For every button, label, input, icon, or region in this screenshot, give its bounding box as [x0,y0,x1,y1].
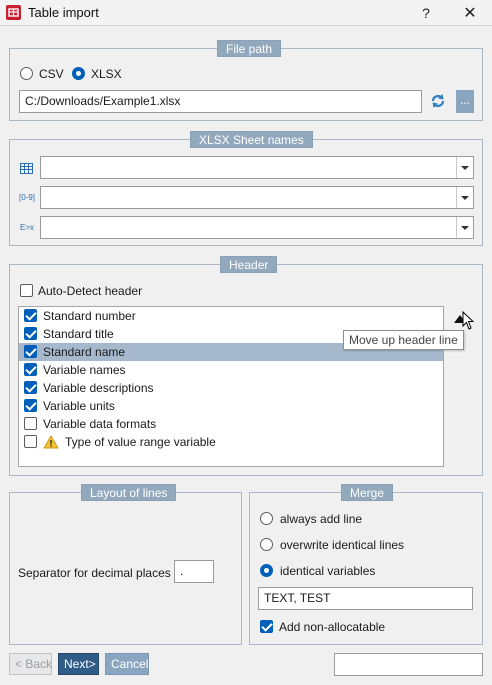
header-line-label: Variable names [43,363,126,377]
identical-variables-label[interactable]: identical variables [280,564,375,578]
csv-radio[interactable] [20,67,33,80]
chevron-down-icon[interactable] [456,157,473,178]
list-item[interactable]: Variable data formats [19,415,443,433]
header-line-checkbox[interactable] [24,435,37,448]
overwrite-identical-radio[interactable] [260,538,273,551]
warning-icon [43,435,59,452]
file-path-input[interactable]: C:/Downloads/Example1.xlsx [19,90,422,113]
sheet-regex-combo[interactable] [40,216,474,239]
csv-radio-label[interactable]: CSV [39,67,64,81]
close-button[interactable]: ✕ [448,0,492,26]
always-add-line-radio[interactable] [260,512,273,525]
header-line-checkbox[interactable] [24,399,37,412]
refresh-icon[interactable] [429,92,447,110]
header-line-checkbox[interactable] [24,327,37,340]
header-line-label: Standard title [43,327,114,341]
list-item[interactable]: Variable names [19,361,443,379]
identical-variables-radio[interactable] [260,564,273,577]
always-add-line-label[interactable]: always add line [280,512,362,526]
xlsx-radio-label[interactable]: XLSX [91,67,122,81]
auto-detect-label[interactable]: Auto-Detect header [38,284,142,298]
auto-detect-checkbox[interactable] [20,284,33,297]
help-button[interactable]: ? [404,0,448,26]
sheet-names-legend: XLSX Sheet names [190,131,313,148]
chevron-down-icon[interactable] [456,187,473,208]
move-up-tooltip: Move up header line [343,330,464,350]
range-icon: [0-9] [19,193,36,202]
header-line-checkbox[interactable] [24,381,37,394]
merge-group: Merge always add line overwrite identica… [249,484,483,645]
header-line-label: Variable descriptions [43,381,154,395]
add-non-allocatable-label[interactable]: Add non-allocatable [279,620,385,634]
layout-of-lines-legend: Layout of lines [81,484,177,501]
list-item[interactable]: Variable units [19,397,443,415]
separator-label: Separator for decimal places [18,566,171,580]
header-line-label: Variable data formats [43,417,157,431]
sheet-names-group: XLSX Sheet names [0-9] E>x [9,131,483,246]
header-line-checkbox[interactable] [24,309,37,322]
sheet-table-combo[interactable] [40,156,474,179]
sheet-range-combo[interactable] [40,186,474,209]
overwrite-identical-label[interactable]: overwrite identical lines [280,538,404,552]
header-line-checkbox[interactable] [24,345,37,358]
app-icon [6,5,21,20]
xlsx-radio[interactable] [72,67,85,80]
chevron-down-icon[interactable] [456,217,473,238]
file-path-group: File path CSV XLSX C:/Downloads/Example1… [9,40,483,121]
header-line-label: Type of value range variable [65,435,216,449]
add-non-allocatable-checkbox[interactable] [260,620,273,633]
title-bar: Table import ? ✕ [0,0,492,26]
header-line-label: Variable units [43,399,115,413]
browse-button[interactable]: ... [456,90,474,113]
header-legend: Header [220,256,278,273]
header-line-label: Standard number [43,309,136,323]
next-button[interactable]: Next> [58,653,99,675]
window-title: Table import [28,5,99,20]
list-item[interactable]: Variable descriptions [19,379,443,397]
header-line-label: Standard name [43,345,126,359]
header-line-checkbox[interactable] [24,417,37,430]
file-path-legend: File path [217,40,282,57]
layout-of-lines-group: Layout of lines Separator for decimal pl… [9,484,242,645]
identical-variables-input[interactable]: TEXT, TEST [258,587,473,610]
list-item[interactable]: Type of value range variable [19,433,443,451]
regex-icon: E>x [20,223,35,232]
back-button[interactable]: < Back [9,653,52,675]
mouse-cursor-icon [462,310,476,331]
list-item[interactable]: Standard number [19,307,443,325]
merge-legend: Merge [341,484,394,501]
separator-input[interactable]: . [174,560,214,583]
header-line-checkbox[interactable] [24,363,37,376]
table-icon [20,163,33,174]
status-field [334,653,483,676]
cancel-button[interactable]: Cancel [105,653,149,675]
